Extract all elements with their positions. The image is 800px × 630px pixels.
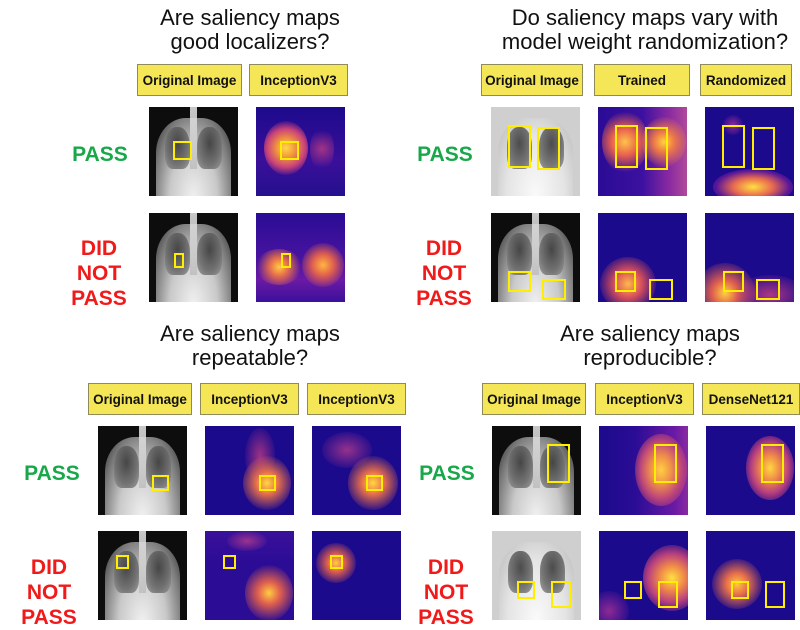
column-header-inceptionv3: InceptionV3 — [249, 64, 348, 96]
label-line: PASS — [418, 606, 474, 629]
bounding-box — [649, 279, 673, 300]
panel-title: Are saliency maps good localizers? — [140, 6, 360, 54]
column-header-trained: Trained — [594, 64, 690, 96]
column-header-inceptionv3: InceptionV3 — [200, 383, 299, 415]
bounding-box — [615, 271, 636, 292]
title-line: reproducible? — [583, 345, 717, 370]
bounding-box — [723, 271, 744, 292]
bounding-box — [174, 253, 184, 268]
chest-xray-image — [491, 107, 580, 196]
bounding-box — [654, 444, 677, 483]
bounding-box — [731, 581, 749, 599]
bounding-box — [537, 127, 560, 170]
column-header-inceptionv3: InceptionV3 — [595, 383, 694, 415]
chest-xray-image — [492, 426, 581, 515]
bounding-box — [508, 125, 531, 168]
row-label-did-not-pass: DID NOT PASS — [401, 236, 487, 311]
column-header-original: Original Image — [482, 383, 586, 415]
bounding-box — [330, 555, 343, 569]
saliency-map-randomized — [705, 107, 794, 196]
saliency-map-trained — [598, 213, 687, 302]
label-line: DID NOT — [421, 237, 467, 285]
panel-title: Are saliency maps reproducible? — [550, 322, 750, 370]
panel-title: Do saliency maps vary with model weight … — [500, 6, 790, 54]
bounding-box — [508, 271, 531, 292]
panel-title: Are saliency maps repeatable? — [150, 322, 350, 370]
saliency-map-inceptionv3 — [599, 426, 688, 515]
chest-xray-image — [149, 107, 238, 196]
bounding-box — [152, 475, 169, 491]
bounding-box — [116, 555, 129, 569]
bounding-box — [722, 125, 745, 168]
saliency-map-inceptionv3-2 — [312, 531, 401, 620]
row-label-pass: PASS — [72, 143, 128, 166]
column-header-randomized: Randomized — [700, 64, 792, 96]
label-line: DID NOT — [26, 556, 72, 604]
saliency-map-densenet121 — [706, 426, 795, 515]
label-line: DID NOT — [76, 237, 122, 285]
column-header-densenet121: DenseNet121 — [702, 383, 800, 415]
title-line: Do saliency maps vary with — [511, 5, 779, 30]
saliency-map-inceptionv3 — [205, 531, 294, 620]
bounding-box — [752, 127, 775, 170]
label-line: PASS — [21, 606, 77, 629]
saliency-map-trained — [598, 107, 687, 196]
title-line: good localizers? — [170, 29, 330, 54]
bounding-box — [761, 444, 784, 483]
title-line: Are saliency maps — [160, 321, 340, 346]
saliency-map-inceptionv3 — [599, 531, 688, 620]
row-label-did-not-pass: DID NOT PASS — [6, 555, 92, 630]
bounding-box — [366, 475, 383, 491]
label-line: DID NOT — [423, 556, 469, 604]
bounding-box — [645, 127, 668, 170]
chest-xray-image — [98, 426, 187, 515]
saliency-map-inceptionv3-2 — [312, 426, 401, 515]
saliency-map-inceptionv3 — [256, 213, 345, 302]
bounding-box — [281, 253, 291, 268]
bounding-box — [615, 125, 638, 168]
title-line: Are saliency maps — [560, 321, 740, 346]
row-label-did-not-pass: DID NOT PASS — [56, 236, 142, 311]
chest-xray-image — [491, 213, 580, 302]
bounding-box — [756, 279, 780, 300]
saliency-map-densenet121 — [706, 531, 795, 620]
column-header-original: Original Image — [137, 64, 242, 96]
title-line: Are saliency maps — [160, 5, 340, 30]
bounding-box — [547, 444, 570, 483]
title-line: repeatable? — [191, 345, 309, 370]
chest-xray-image — [98, 531, 187, 620]
row-label-pass: PASS — [417, 143, 473, 166]
bounding-box — [551, 581, 571, 608]
bounding-box — [259, 475, 276, 491]
title-line: model weight randomization? — [501, 29, 789, 54]
bounding-box — [173, 141, 192, 160]
bounding-box — [542, 279, 566, 300]
saliency-map-inceptionv3 — [256, 107, 345, 196]
chest-xray-image — [149, 213, 238, 302]
column-header-inceptionv3-2: InceptionV3 — [307, 383, 406, 415]
bounding-box — [517, 581, 535, 599]
bounding-box — [223, 555, 236, 569]
column-header-original: Original Image — [481, 64, 583, 96]
saliency-map-randomized — [705, 213, 794, 302]
bounding-box — [765, 581, 785, 608]
column-header-original: Original Image — [88, 383, 192, 415]
saliency-map-inceptionv3 — [205, 426, 294, 515]
row-label-pass: PASS — [419, 462, 475, 485]
label-line: PASS — [416, 287, 472, 310]
row-label-pass: PASS — [24, 462, 80, 485]
chest-xray-image — [492, 531, 581, 620]
row-label-did-not-pass: DID NOT PASS — [403, 555, 489, 630]
label-line: PASS — [71, 287, 127, 310]
bounding-box — [280, 141, 299, 160]
bounding-box — [624, 581, 642, 599]
bounding-box — [658, 581, 678, 608]
